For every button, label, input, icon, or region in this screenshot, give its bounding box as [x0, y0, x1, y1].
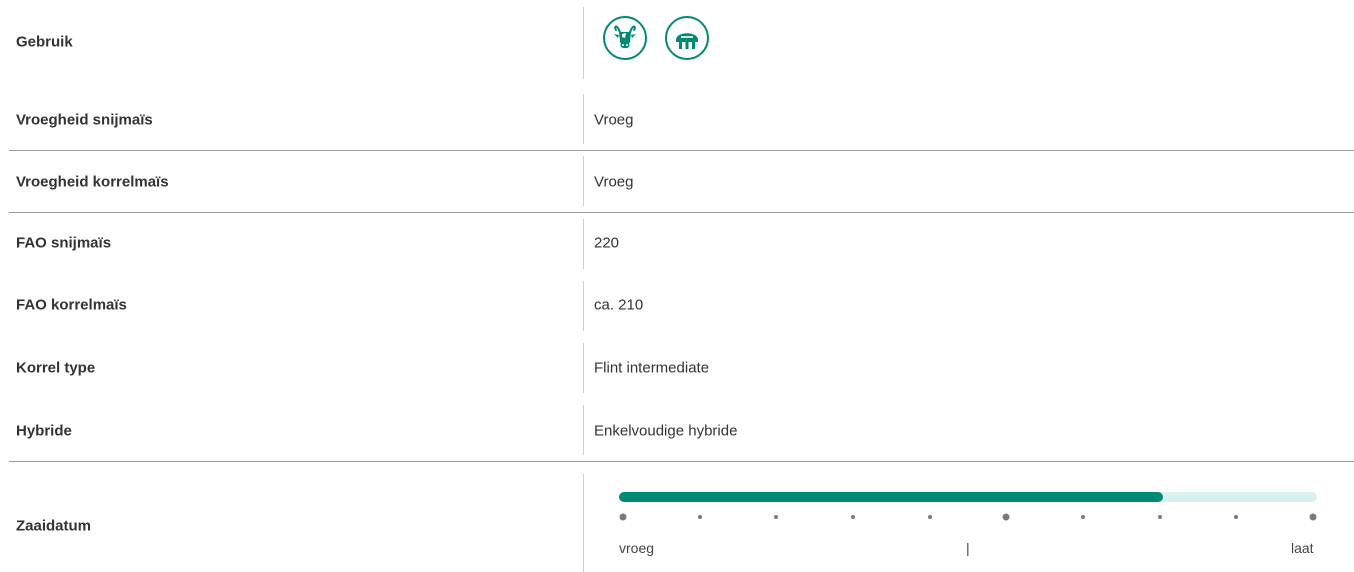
- scale-tick-dot: [697, 515, 702, 519]
- row-value-vroegheid-korrelmais: Vroeg: [594, 173, 634, 191]
- cow-icon: [603, 16, 647, 60]
- row-separator: [9, 461, 1354, 462]
- column-divider: [583, 405, 584, 455]
- scale-tick-dot: [1157, 515, 1162, 519]
- row-separator: [9, 212, 1354, 213]
- row-label-hybride: Hybride: [16, 422, 72, 440]
- row-value-hybride: Enkelvoudige hybride: [594, 422, 738, 440]
- row-value-vroegheid-snijmais: Vroeg: [594, 111, 634, 129]
- column-divider: [583, 94, 584, 144]
- row-label-gebruik: Gebruik: [16, 33, 73, 51]
- scale-tick-dot: [774, 515, 779, 519]
- scale-label-mid: |: [966, 540, 970, 556]
- column-divider: [583, 156, 584, 206]
- row-label-vroegheid-snijmais: Vroegheid snijmaïs: [16, 111, 153, 129]
- scale-tick-dot: [1309, 513, 1317, 521]
- column-divider: [583, 219, 584, 269]
- column-divider: [583, 281, 584, 331]
- scale-label-laat: laat: [1291, 540, 1314, 556]
- column-divider: [583, 7, 584, 79]
- row-label-korrel-type: Korrel type: [16, 359, 96, 377]
- scale-tick-dot: [1002, 513, 1010, 521]
- row-separator: [9, 150, 1354, 151]
- scale-tick-dot: [619, 513, 627, 521]
- scale-tick-dot: [851, 515, 855, 519]
- row-label-zaaidatum: Zaaidatum: [16, 517, 92, 535]
- row-value-fao-snijmais: 220: [594, 234, 620, 252]
- silo-icon: [665, 16, 709, 60]
- zaaidatum-progress: [619, 492, 1163, 502]
- scale-label-vroeg: vroeg: [619, 540, 655, 556]
- row-label-fao-korrelmais: FAO korrelmaïs: [16, 296, 127, 314]
- column-divider: [583, 474, 584, 572]
- row-label-fao-snijmais: FAO snijmaïs: [16, 234, 112, 252]
- row-value-fao-korrelmais: ca. 210: [594, 296, 644, 314]
- column-divider: [583, 343, 584, 393]
- scale-tick-dot: [927, 515, 932, 519]
- scale-tick-dot: [1234, 515, 1239, 519]
- row-label-vroegheid-korrelmais: Vroegheid korrelmaïs: [16, 173, 169, 191]
- row-value-korrel-type: Flint intermediate: [594, 359, 710, 377]
- scale-tick-dot: [1081, 515, 1085, 519]
